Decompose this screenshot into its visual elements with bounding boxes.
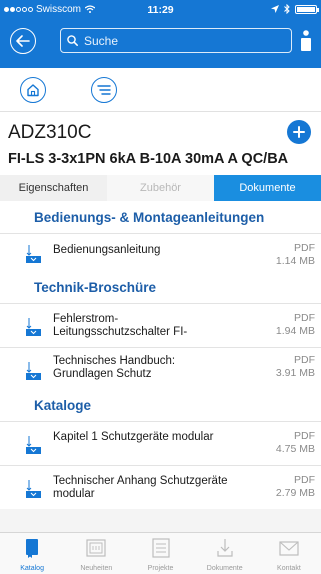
tabbar-label: Dokumente [206,565,243,572]
document-name: Technischer Anhang Schutzgeräte modular [53,475,228,500]
document-size: 1.14 MB [275,255,315,267]
product-title: ADZ310C [8,122,92,143]
document-name: Kapitel 1 Schutzgeräte modular [53,431,214,443]
status-right [271,4,319,14]
status-bar: Swisscom 11:29 [0,0,321,20]
section-title: Technik-Broschüre [0,271,321,303]
quick-actions [0,68,321,112]
book-icon [26,539,39,558]
menu-icon [97,85,111,95]
menu-button[interactable] [91,77,117,103]
document-item[interactable]: Technischer Anhang Schutzgeräte modular … [0,465,321,509]
document-type: PDF [294,354,315,366]
product-subtitle: FI-LS 3-3x1PN 6kA B-10A 30mA A QC/BA [8,151,289,167]
section-title: Kataloge [0,389,321,421]
tabbar-item-neuheiten[interactable]: Neuheiten [64,533,128,574]
document-size: 2.79 MB [275,487,315,499]
document-type: PDF [294,312,315,324]
document-item[interactable]: Kapitel 1 Schutzgeräte modular PDF 4.75 … [0,421,321,465]
cart-button[interactable] [299,30,313,52]
download-icon [217,539,233,557]
bluetooth-icon [284,4,290,14]
plus-icon [293,126,305,138]
document-size: 4.75 MB [275,443,315,455]
search-input[interactable]: Suche [60,28,292,53]
download-icon [26,480,41,498]
tabbar-label: Projekte [147,565,174,572]
tabbar-item-kontakt[interactable]: Kontakt [257,533,321,574]
top-bar: Swisscom 11:29 Suche [0,0,321,68]
home-icon [27,84,39,97]
document-size: 3.91 MB [275,367,315,379]
section-title: Bedienungs- & Montageanleitungen [0,201,321,233]
tabbar-item-projekte[interactable]: Projekte [128,533,192,574]
document-type: PDF [294,474,315,486]
home-button[interactable] [20,77,46,103]
tab-zubehoer[interactable]: Zubehör [107,175,214,201]
document-name: Fehlerstrom-Leitungsschutzschalter FI- [53,313,188,338]
download-icon [26,318,41,336]
add-button[interactable] [287,120,311,144]
tabbar-label: Neuheiten [80,565,113,572]
list-icon [151,538,170,558]
tabbar-label: Kontakt [277,565,301,572]
tab-dokumente[interactable]: Dokumente [214,175,321,201]
location-icon [271,5,279,13]
documents-list: Bedienungs- & Montageanleitungen Bedienu… [0,201,321,532]
document-item[interactable]: Technisches Handbuch: Grundlagen Schutz … [0,347,321,389]
document-size: 1.94 MB [275,325,315,337]
arrow-left-icon [16,35,30,47]
battery-icon [295,4,319,14]
document-type: PDF [294,242,315,254]
document-type: PDF [294,430,315,442]
bottom-tab-bar: Katalog Neuheiten Projekte Dokumente Kon… [0,532,321,574]
tabbar-item-katalog[interactable]: Katalog [0,533,64,574]
search-placeholder: Suche [84,33,119,48]
tabbar-item-dokumente[interactable]: Dokumente [193,533,257,574]
document-name: Bedienungsanleitung [53,244,161,256]
tab-eigenschaften[interactable]: Eigenschaften [0,175,107,201]
tabbar-label: Katalog [20,565,44,572]
document-item[interactable]: Fehlerstrom-Leitungsschutzschalter FI- P… [0,303,321,347]
mail-icon [279,541,299,556]
back-button[interactable] [10,28,36,54]
document-name: Technisches Handbuch: Grundlagen Schutz [53,355,176,380]
search-icon [67,35,78,46]
download-icon [26,436,41,454]
document-item[interactable]: Bedienungsanleitung PDF 1.14 MB [0,233,321,271]
detail-tabs: Eigenschaften Zubehör Dokumente [0,175,321,201]
download-icon [26,362,41,380]
new-icon [86,539,106,557]
download-icon [26,245,41,263]
cart-icon [301,30,311,51]
